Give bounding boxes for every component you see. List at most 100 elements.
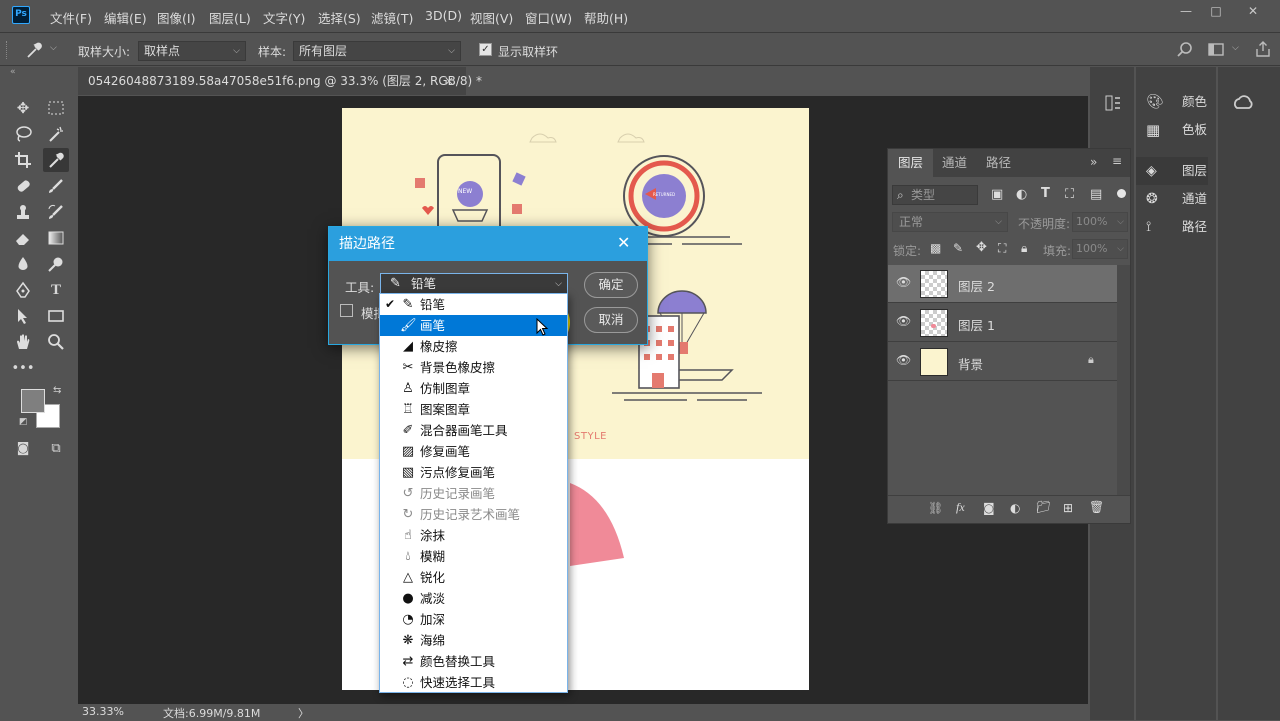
lock-artboard-icon[interactable]: ⛶	[998, 241, 1006, 256]
layer-row[interactable]: 👁︎ 图层 2	[888, 265, 1117, 303]
adjustment-layer-icon[interactable]: ◐	[1010, 501, 1020, 515]
creative-cloud-icon[interactable]	[1233, 94, 1255, 112]
fx-icon[interactable]: fx	[956, 500, 965, 515]
dropdown-item[interactable]: ❋ 海绵	[380, 630, 567, 651]
move-tool-icon[interactable]: ✥	[10, 96, 36, 120]
layer-row[interactable]: 👁︎ 背景 🔒︎	[888, 343, 1117, 381]
menu-layer[interactable]: 图层(L)	[209, 8, 251, 27]
fill-input[interactable]: 100% ⌵	[1072, 239, 1128, 259]
link-layers-icon[interactable]: ⛓︎	[928, 501, 943, 515]
blend-mode-select[interactable]: 正常 ⌵	[892, 212, 1008, 232]
dropdown-item[interactable]: ⇄ 颜色替换工具	[380, 651, 567, 672]
dropdown-item[interactable]: ✐ 混合器画笔工具	[380, 420, 567, 441]
menu-select[interactable]: 选择(S)	[318, 8, 361, 27]
menu-file[interactable]: 文件(F)	[50, 8, 92, 27]
eye-icon[interactable]: 👁︎	[896, 275, 911, 289]
eyedropper-tool-icon[interactable]	[43, 148, 69, 172]
eyedropper-preset-icon[interactable]	[24, 40, 44, 60]
gradient-tool-icon[interactable]	[43, 226, 69, 250]
path-selection-tool-icon[interactable]	[10, 304, 36, 328]
dropdown-item[interactable]: ▨ 修复画笔	[380, 441, 567, 462]
lock-pixels-icon[interactable]: ✎	[953, 241, 963, 255]
dock-color[interactable]: 🎨︎ 颜色	[1136, 88, 1216, 116]
dropdown-item[interactable]: ↺ 历史记录画笔	[380, 483, 567, 504]
blur-tool-icon[interactable]	[10, 252, 36, 276]
lock-icon[interactable]: 🔒︎	[1088, 353, 1094, 367]
dropdown-item[interactable]: 💧︎ 模糊	[380, 546, 567, 567]
filter-shape-icon[interactable]: ⛶	[1065, 187, 1074, 202]
lock-all-icon[interactable]: 🔒︎	[1021, 241, 1027, 256]
filter-smart-object-icon[interactable]: ▤	[1090, 187, 1102, 202]
properties-icon[interactable]	[1104, 94, 1122, 112]
opacity-input[interactable]: 100% ⌵	[1072, 212, 1128, 232]
dock-paths[interactable]: ⟟ 路径	[1136, 213, 1216, 241]
default-colors-icon[interactable]: ◩	[19, 417, 28, 427]
history-brush-tool-icon[interactable]	[43, 200, 69, 224]
menu-help[interactable]: 帮助(H)	[584, 8, 628, 27]
layer-filter-select[interactable]: ⌕ 类型	[892, 185, 978, 205]
type-tool-icon[interactable]: T	[43, 278, 69, 302]
menu-3d[interactable]: 3D(D)	[425, 8, 462, 23]
simulate-pressure-checkbox[interactable]	[340, 304, 353, 317]
menu-filter[interactable]: 滤镜(T)	[371, 8, 413, 27]
share-icon[interactable]	[1254, 40, 1272, 58]
layer-name[interactable]: 图层 1	[958, 315, 995, 334]
close-document-icon[interactable]: ×	[444, 67, 454, 95]
more-tools-icon[interactable]: •••	[10, 357, 36, 381]
tab-channels[interactable]: 通道	[932, 149, 977, 177]
add-mask-icon[interactable]: ◙	[983, 501, 995, 515]
eye-icon[interactable]: 👁︎	[896, 314, 911, 328]
zoom-tool-icon[interactable]	[43, 330, 69, 354]
dock-swatches[interactable]: ▦ 色板	[1136, 116, 1216, 144]
dropdown-item[interactable]: ✂ 背景色橡皮擦	[380, 357, 567, 378]
dropdown-item[interactable]: ☝ 涂抹	[380, 525, 567, 546]
dropdown-item[interactable]: ♙ 仿制图章	[380, 378, 567, 399]
crop-tool-icon[interactable]	[10, 148, 36, 172]
layer-row[interactable]: 👁︎ 图层 1	[888, 304, 1117, 342]
search-icon[interactable]	[1176, 41, 1194, 59]
tab-paths[interactable]: 路径	[976, 149, 1021, 177]
menu-view[interactable]: 视图(V)	[470, 8, 513, 27]
dropdown-item[interactable]: ▧ 污点修复画笔	[380, 462, 567, 483]
status-menu-arrow[interactable]: 〉	[298, 705, 309, 721]
lock-position-icon[interactable]: ✥	[976, 240, 987, 255]
menu-image[interactable]: 图像(I)	[157, 8, 195, 27]
menu-type[interactable]: 文字(Y)	[263, 8, 305, 27]
magic-wand-tool-icon[interactable]	[43, 122, 69, 146]
filter-pixel-icon[interactable]: ▣	[991, 187, 1003, 202]
dropdown-item[interactable]: ♖ 图案图章	[380, 399, 567, 420]
spot-healing-tool-icon[interactable]	[10, 174, 36, 198]
preset-chevron-icon[interactable]: ⌵	[50, 43, 57, 53]
quick-mask-icon[interactable]: ◙	[10, 437, 36, 461]
menu-edit[interactable]: 编辑(E)	[104, 8, 147, 27]
dock-channels[interactable]: ❂ 通道	[1136, 185, 1216, 213]
delete-layer-icon[interactable]: 🗑︎	[1089, 500, 1104, 514]
dialog-title-bar[interactable]: 描边路径	[329, 227, 647, 261]
clone-stamp-tool-icon[interactable]	[10, 200, 36, 224]
workspace-icon[interactable]	[1207, 41, 1225, 59]
show-ring-checkbox[interactable]: ✓	[479, 43, 492, 56]
zoom-level[interactable]: 33.33%	[82, 705, 124, 718]
rectangle-tool-icon[interactable]	[43, 304, 69, 328]
dropdown-item[interactable]: ◔ 加深	[380, 609, 567, 630]
cancel-button[interactable]: 取消	[584, 307, 638, 333]
panel-menu-icon[interactable]: ≡	[1112, 154, 1122, 168]
foreground-color-swatch[interactable]	[21, 389, 45, 413]
dock-layers[interactable]: ◈ 图层	[1136, 157, 1208, 185]
lasso-tool-icon[interactable]	[10, 122, 36, 146]
dropdown-item[interactable]: △ 锐化	[380, 567, 567, 588]
collapse-panel-icon[interactable]: »	[1090, 155, 1097, 169]
pen-tool-icon[interactable]	[10, 278, 36, 302]
document-tab[interactable]: 05426048873189.58a47058e51f6.png @ 33.3%…	[78, 67, 482, 95]
sample-select[interactable]: 所有图层 ⌵	[293, 41, 461, 61]
tool-select[interactable]: ✎ 铅笔 ⌵	[380, 273, 568, 295]
sample-size-select[interactable]: 取样点 ⌵	[138, 41, 246, 61]
close-app-button[interactable]: ✕	[1244, 4, 1262, 18]
dropdown-item[interactable]: ● 减淡	[380, 588, 567, 609]
layers-scrollbar[interactable]	[1117, 265, 1130, 495]
menu-window[interactable]: 窗口(W)	[525, 8, 572, 27]
brush-tool-icon[interactable]	[43, 174, 69, 198]
layer-name[interactable]: 背景	[958, 354, 983, 373]
close-icon[interactable]: ✕	[617, 233, 630, 252]
eraser-tool-icon[interactable]	[10, 226, 36, 250]
